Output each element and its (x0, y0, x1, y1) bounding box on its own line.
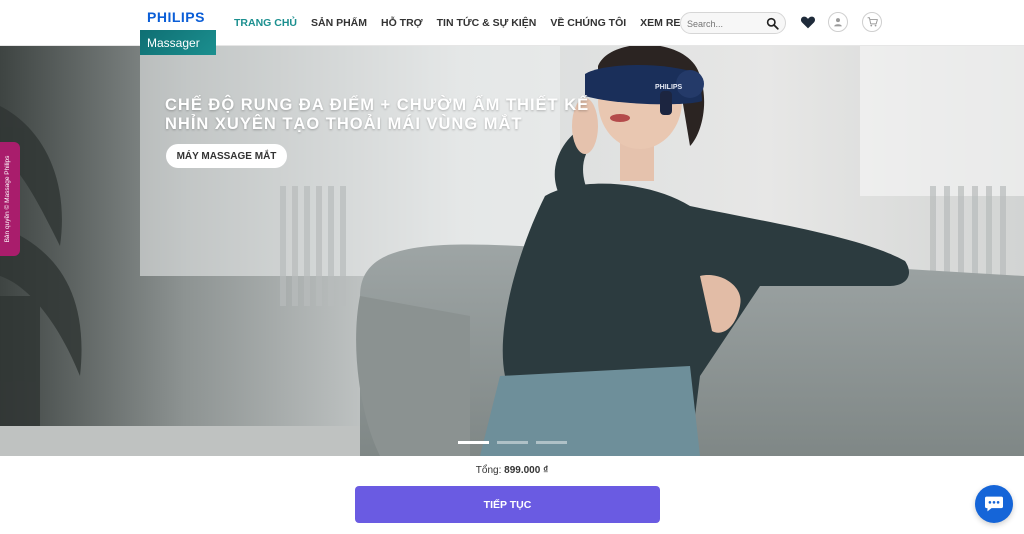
hero-cta-button[interactable]: MÁY MASSAGE MẮT (166, 144, 287, 168)
hero-title: CHẾ ĐỘ RUNG ĐA ĐIỂM + CHƯỜM ẤM THIẾT KẾ … (165, 96, 590, 133)
cart-button[interactable] (862, 12, 882, 32)
logo-brand: PHILIPS (147, 9, 205, 25)
slider-dots (458, 441, 567, 444)
nav-item-news[interactable]: TIN TỨC & SỰ KIỆN (437, 17, 537, 29)
logo-top: PHILIPS (140, 0, 216, 32)
nav-item-support[interactable]: HỖ TRỢ (381, 17, 423, 29)
slider-dot[interactable] (497, 441, 528, 444)
copyright-text: Bản quyền © Massage Philips (4, 155, 11, 243)
nav-item-about[interactable]: VỀ CHÚNG TÔI (550, 17, 626, 29)
nav-item-home[interactable]: TRANG CHỦ (234, 17, 297, 29)
logo-bottom: Massager (140, 30, 216, 55)
order-total: Tổng: 899.000 ₫ (0, 465, 1024, 476)
chat-button[interactable] (975, 485, 1013, 523)
total-amount: 899.000 ₫ (504, 465, 549, 476)
account-button[interactable] (828, 12, 848, 32)
device-brand: PHILIPS (655, 84, 683, 91)
logo[interactable]: PHILIPS Massager (140, 0, 216, 56)
continue-button[interactable]: TIẾP TỤC (355, 486, 660, 523)
user-icon (834, 18, 842, 27)
chat-icon (985, 496, 1003, 512)
slider-dot[interactable] (536, 441, 567, 444)
logo-subtitle: Massager (147, 36, 200, 50)
hero-banner: PHILIPS CHẾ ĐỘ RUNG ĐA ĐIỂM + CHƯỜM ẤM T… (0, 46, 1024, 456)
main-nav: TRANG CHỦ SẢN PHẨM HỖ TRỢ TIN TỨC & SỰ K… (234, 17, 721, 29)
total-label: Tổng: (475, 465, 502, 476)
search-box (680, 12, 786, 34)
copyright-side-tab[interactable]: Bản quyền © Massage Philips (0, 142, 20, 256)
cart-icon (867, 17, 878, 27)
search-input[interactable] (687, 16, 767, 32)
search-icon[interactable] (766, 17, 779, 30)
site-header: PHILIPS Massager TRANG CHỦ SẢN PHẨM HỖ T… (0, 0, 1024, 55)
slider-dot[interactable] (458, 441, 489, 444)
heart-icon[interactable] (800, 15, 816, 29)
nav-item-products[interactable]: SẢN PHẨM (311, 17, 367, 29)
